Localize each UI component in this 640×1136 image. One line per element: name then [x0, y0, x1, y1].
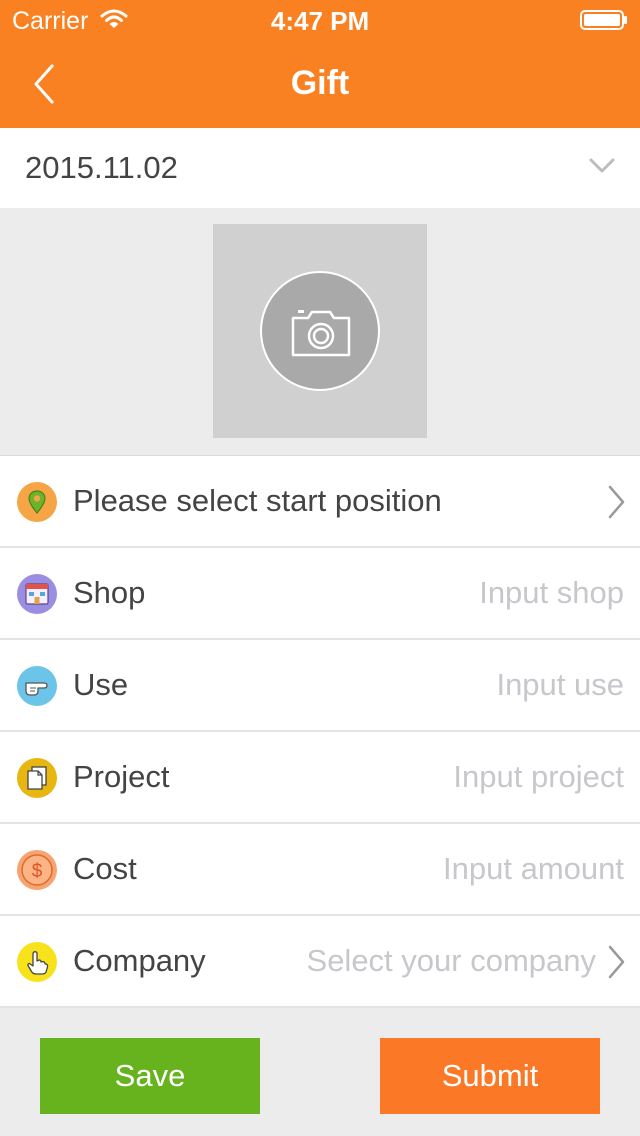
submit-button[interactable]: Submit: [380, 1038, 600, 1114]
shop-label: Shop: [73, 575, 146, 610]
pointing-hand-icon: [17, 666, 57, 706]
page-title: Gift: [290, 64, 350, 102]
cost-row: $ Cost: [0, 824, 640, 916]
shop-icon: [17, 574, 57, 614]
chevron-down-icon: [589, 158, 615, 173]
camera-icon: [291, 310, 351, 357]
chevron-right-icon: [608, 485, 625, 519]
cost-label: Cost: [73, 851, 137, 886]
svg-text:$: $: [32, 861, 43, 882]
company-row[interactable]: Company Select your company: [0, 916, 640, 1008]
use-label: Use: [73, 667, 129, 702]
position-label: Please select start position: [73, 483, 442, 518]
date-value: 2015.11.02: [25, 150, 178, 185]
company-label: Company: [73, 943, 206, 978]
cost-input[interactable]: [294, 846, 624, 892]
document-icon: [17, 758, 57, 798]
shop-input[interactable]: [294, 570, 624, 616]
project-row: Project: [0, 732, 640, 824]
location-pin-icon: [17, 482, 57, 522]
company-select-placeholder: Select your company: [306, 943, 596, 978]
camera-circle: [260, 271, 380, 391]
position-row[interactable]: Please select start position: [0, 456, 640, 548]
header: Carrier 4:47 PM Gift: [0, 0, 640, 128]
hand-icon: [17, 942, 57, 982]
date-selector[interactable]: 2015.11.02: [0, 128, 640, 208]
dollar-icon: $: [17, 850, 57, 890]
photo-upload-button[interactable]: [213, 224, 427, 438]
use-input[interactable]: [294, 662, 624, 708]
status-bar: Carrier 4:47 PM: [0, 0, 640, 40]
gift-screen: Carrier 4:47 PM Gift 2015.11.02 Please s…: [0, 0, 640, 1136]
form-list: Please select start position Shop Input …: [0, 455, 640, 1008]
status-time: 4:47 PM: [270, 6, 370, 36]
chevron-right-icon: [608, 945, 625, 979]
project-label: Project: [73, 759, 170, 794]
project-input[interactable]: [294, 754, 624, 800]
photo-area: [0, 208, 640, 454]
nav-bar: Gift: [0, 40, 640, 128]
save-button[interactable]: Save: [40, 1038, 260, 1114]
battery-icon: [580, 10, 627, 30]
use-row: Use: [0, 640, 640, 732]
shop-row: Shop: [0, 548, 640, 640]
